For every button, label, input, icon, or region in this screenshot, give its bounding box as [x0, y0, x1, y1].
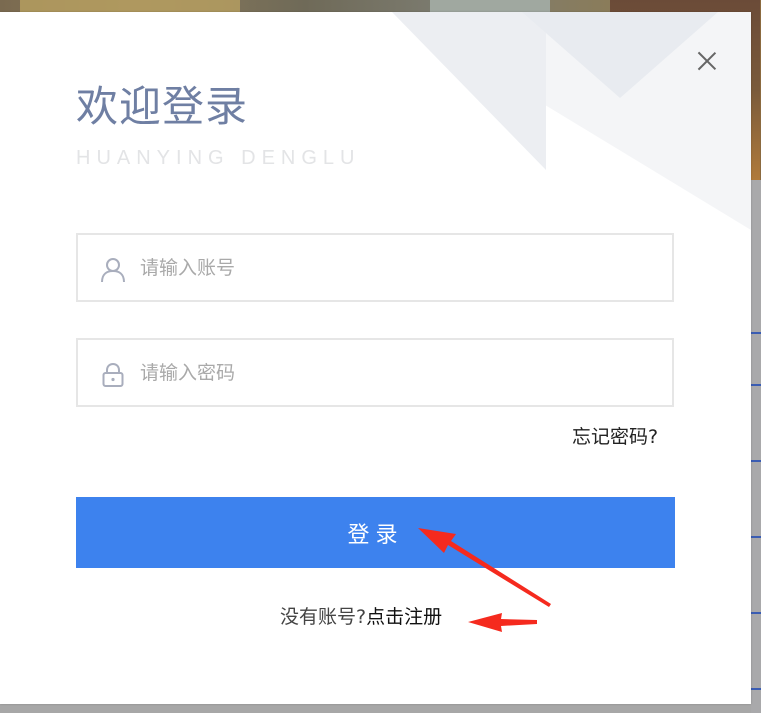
forgot-password-link[interactable]: 忘记密码?	[572, 426, 658, 449]
login-button[interactable]: 登录	[76, 497, 675, 568]
register-prompt: 没有账号?	[280, 606, 367, 628]
user-icon	[101, 258, 125, 283]
lock-icon	[102, 362, 124, 387]
password-field	[76, 338, 674, 407]
register-link[interactable]: 点击注册	[366, 606, 442, 628]
login-subtitle: HUANYING DENGLU	[76, 147, 361, 169]
account-field	[76, 233, 674, 302]
login-modal: 欢迎登录 HUANYING DENGLU 忘记密码? 登录 没有账号?点击注册	[0, 12, 751, 704]
close-icon[interactable]	[696, 50, 718, 72]
password-input[interactable]	[140, 340, 660, 405]
background-sidebar	[751, 180, 761, 713]
account-input[interactable]	[140, 235, 660, 300]
login-title: 欢迎登录	[76, 82, 249, 131]
register-prompt-line: 没有账号?点击注册	[280, 606, 442, 629]
